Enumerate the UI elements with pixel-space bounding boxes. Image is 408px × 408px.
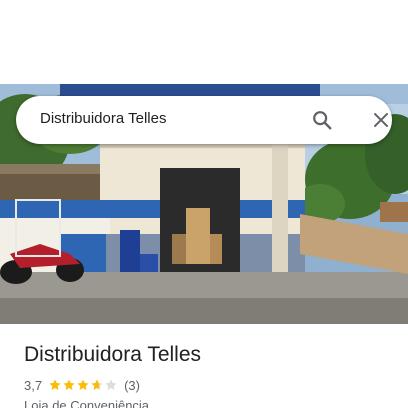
- star-icon: [91, 379, 103, 390]
- rating-stars: [48, 378, 118, 392]
- search-button[interactable]: [306, 104, 338, 136]
- close-button[interactable]: [365, 104, 397, 136]
- close-icon: [374, 113, 388, 127]
- star-icon: [49, 379, 61, 390]
- search-icon: [313, 111, 332, 130]
- place-category: Loja de Conveniência: [24, 398, 150, 408]
- star-icon: [63, 379, 75, 390]
- top-blank-area: [0, 0, 408, 84]
- review-count[interactable]: (3): [124, 378, 140, 393]
- star-icon: [105, 379, 117, 390]
- star-icon: [77, 379, 89, 390]
- search-bar[interactable]: Distribuidora Telles: [16, 96, 392, 144]
- rating-value: 3,7: [24, 377, 43, 393]
- search-input[interactable]: Distribuidora Telles: [40, 110, 166, 127]
- place-title: Distribuidora Telles: [24, 343, 202, 366]
- rating-row[interactable]: 3,7 (3): [24, 376, 140, 394]
